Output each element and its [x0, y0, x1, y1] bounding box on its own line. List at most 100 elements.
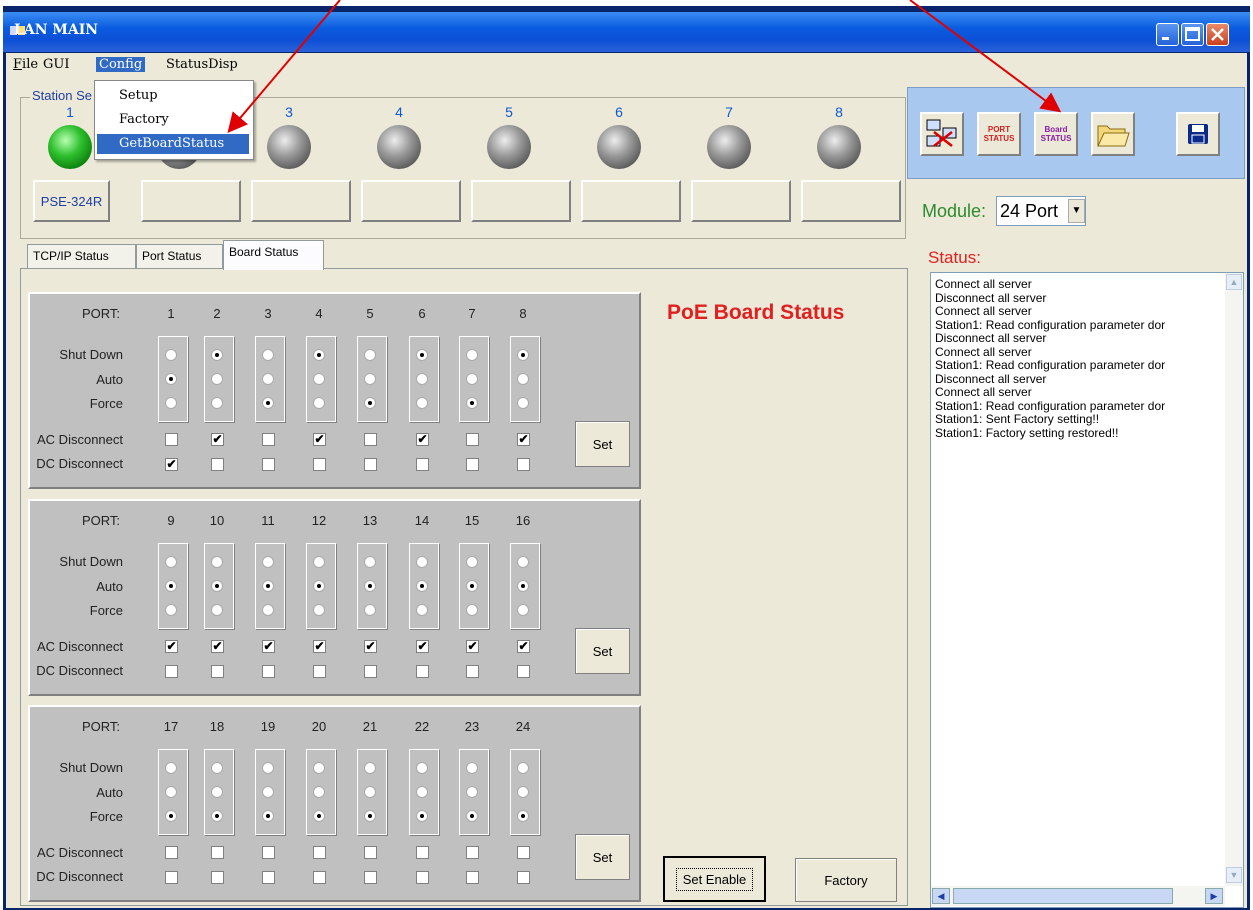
- dc-disconnect-checkbox[interactable]: [466, 871, 479, 884]
- port-status-button[interactable]: PORT STATUS: [977, 112, 1021, 156]
- station-box[interactable]: PSE-324R: [33, 180, 110, 222]
- radio-shut-down[interactable]: [313, 349, 325, 361]
- ac-disconnect-checkbox[interactable]: ✔: [364, 640, 377, 653]
- radio-auto[interactable]: [211, 786, 223, 798]
- tab-tcpip-status[interactable]: TCP/IP Status: [27, 244, 136, 268]
- ac-disconnect-checkbox[interactable]: ✔: [262, 640, 275, 653]
- dc-disconnect-checkbox[interactable]: [517, 871, 530, 884]
- horizontal-scrollbar[interactable]: ◀ ▶: [931, 886, 1225, 906]
- radio-shut-down[interactable]: [165, 556, 177, 568]
- dc-disconnect-checkbox[interactable]: [211, 458, 224, 471]
- ac-disconnect-checkbox[interactable]: ✔: [416, 640, 429, 653]
- board-status-button[interactable]: Board STATUS: [1034, 112, 1078, 156]
- open-folder-button[interactable]: [1091, 112, 1135, 156]
- radio-force[interactable]: [517, 397, 529, 409]
- radio-force[interactable]: [416, 810, 428, 822]
- dc-disconnect-checkbox[interactable]: [364, 665, 377, 678]
- dc-disconnect-checkbox[interactable]: [211, 665, 224, 678]
- dc-disconnect-checkbox[interactable]: [416, 458, 429, 471]
- menu-gui[interactable]: GUI: [43, 57, 69, 72]
- dc-disconnect-checkbox[interactable]: [211, 871, 224, 884]
- radio-force[interactable]: [313, 604, 325, 616]
- dc-disconnect-checkbox[interactable]: [262, 458, 275, 471]
- station-box[interactable]: [251, 180, 351, 222]
- radio-auto[interactable]: [466, 373, 478, 385]
- radio-force[interactable]: [517, 810, 529, 822]
- radio-shut-down[interactable]: [416, 556, 428, 568]
- dc-disconnect-checkbox[interactable]: [364, 458, 377, 471]
- radio-auto[interactable]: [416, 786, 428, 798]
- station-box[interactable]: [471, 180, 571, 222]
- dc-disconnect-checkbox[interactable]: [165, 871, 178, 884]
- dc-disconnect-checkbox[interactable]: [262, 871, 275, 884]
- ac-disconnect-checkbox[interactable]: ✔: [211, 433, 224, 446]
- dc-disconnect-checkbox[interactable]: [364, 871, 377, 884]
- radio-auto[interactable]: [313, 580, 325, 592]
- dc-disconnect-checkbox[interactable]: [416, 871, 429, 884]
- radio-auto[interactable]: [262, 580, 274, 592]
- dc-disconnect-checkbox[interactable]: [517, 458, 530, 471]
- radio-shut-down[interactable]: [466, 349, 478, 361]
- ac-disconnect-checkbox[interactable]: ✔: [517, 640, 530, 653]
- radio-shut-down[interactable]: [211, 349, 223, 361]
- ac-disconnect-checkbox[interactable]: [466, 846, 479, 859]
- dc-disconnect-checkbox[interactable]: [313, 871, 326, 884]
- station-number[interactable]: 7: [714, 104, 744, 120]
- scroll-left-icon[interactable]: ◀: [932, 888, 950, 904]
- radio-shut-down[interactable]: [165, 349, 177, 361]
- radio-auto[interactable]: [211, 580, 223, 592]
- ac-disconnect-checkbox[interactable]: [262, 846, 275, 859]
- station-box[interactable]: [691, 180, 791, 222]
- radio-shut-down[interactable]: [313, 762, 325, 774]
- vertical-scrollbar[interactable]: ▲ ▼: [1225, 273, 1243, 886]
- ac-disconnect-checkbox[interactable]: ✔: [313, 433, 326, 446]
- radio-shut-down[interactable]: [466, 762, 478, 774]
- close-button[interactable]: [1206, 23, 1229, 46]
- radio-shut-down[interactable]: [517, 349, 529, 361]
- radio-auto[interactable]: [364, 373, 376, 385]
- dc-disconnect-checkbox[interactable]: ✔: [165, 458, 178, 471]
- dc-disconnect-checkbox[interactable]: [466, 458, 479, 471]
- radio-shut-down[interactable]: [262, 762, 274, 774]
- ac-disconnect-checkbox[interactable]: [517, 846, 530, 859]
- radio-force[interactable]: [517, 604, 529, 616]
- radio-shut-down[interactable]: [262, 556, 274, 568]
- scroll-down-icon[interactable]: ▼: [1226, 867, 1242, 883]
- radio-force[interactable]: [262, 397, 274, 409]
- dc-disconnect-checkbox[interactable]: [517, 665, 530, 678]
- menu-item-setup[interactable]: Setup: [97, 86, 249, 106]
- set-enable-button[interactable]: Set Enable: [663, 856, 766, 902]
- station-number[interactable]: 8: [824, 104, 854, 120]
- radio-shut-down[interactable]: [364, 349, 376, 361]
- radio-force[interactable]: [466, 810, 478, 822]
- radio-shut-down[interactable]: [211, 762, 223, 774]
- ac-disconnect-checkbox[interactable]: [211, 846, 224, 859]
- save-button[interactable]: [1176, 112, 1220, 156]
- scroll-thumb[interactable]: [953, 888, 1173, 904]
- radio-force[interactable]: [165, 397, 177, 409]
- radio-auto[interactable]: [262, 786, 274, 798]
- ac-disconnect-checkbox[interactable]: [416, 846, 429, 859]
- radio-auto[interactable]: [364, 580, 376, 592]
- radio-auto[interactable]: [165, 373, 177, 385]
- radio-shut-down[interactable]: [165, 762, 177, 774]
- radio-force[interactable]: [262, 604, 274, 616]
- tab-port-status[interactable]: Port Status: [136, 244, 223, 268]
- station-number[interactable]: 5: [494, 104, 524, 120]
- ac-disconnect-checkbox[interactable]: [165, 846, 178, 859]
- radio-auto[interactable]: [517, 786, 529, 798]
- radio-shut-down[interactable]: [364, 762, 376, 774]
- station-number[interactable]: 6: [604, 104, 634, 120]
- menu-config[interactable]: Config: [96, 57, 146, 72]
- dc-disconnect-checkbox[interactable]: [262, 665, 275, 678]
- radio-auto[interactable]: [262, 373, 274, 385]
- station-number[interactable]: 3: [274, 104, 304, 120]
- radio-force[interactable]: [211, 397, 223, 409]
- radio-auto[interactable]: [517, 373, 529, 385]
- radio-force[interactable]: [364, 810, 376, 822]
- radio-force[interactable]: [466, 397, 478, 409]
- ac-disconnect-checkbox[interactable]: [364, 846, 377, 859]
- radio-auto[interactable]: [211, 373, 223, 385]
- minimize-button[interactable]: [1156, 23, 1179, 46]
- scroll-up-icon[interactable]: ▲: [1226, 274, 1242, 290]
